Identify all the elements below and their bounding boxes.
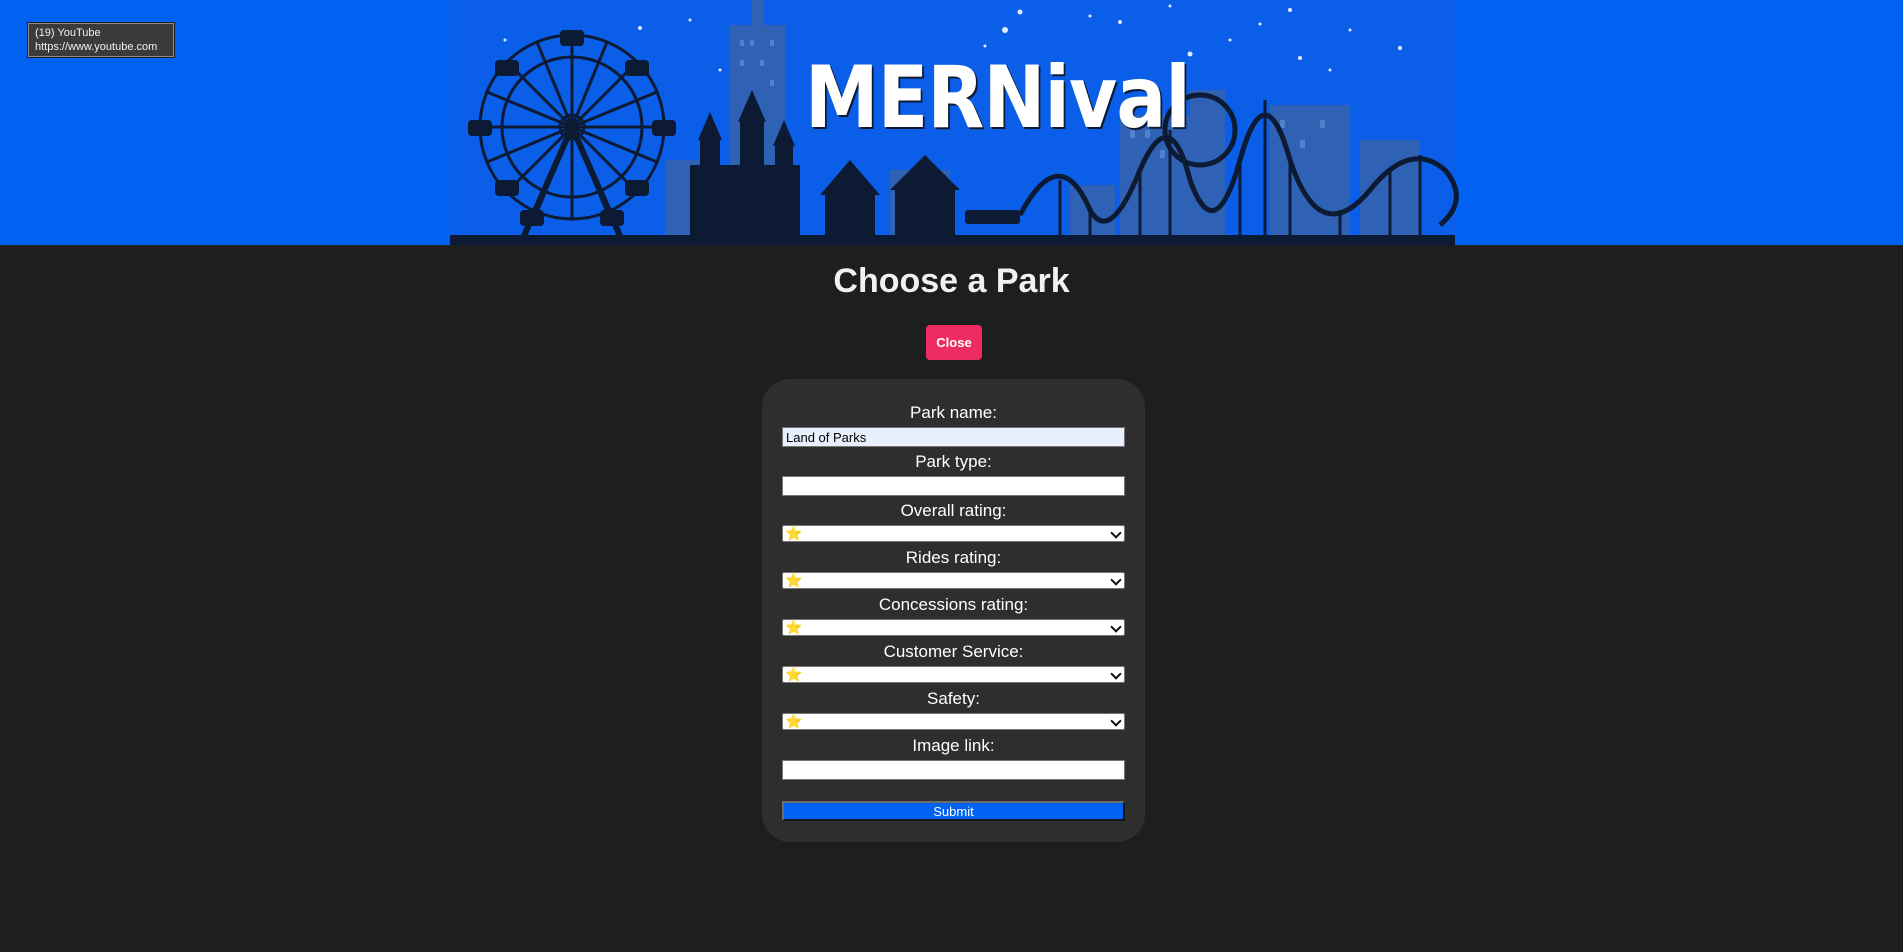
concessions-rating-label: Concessions rating: [878, 595, 1029, 614]
safety-label: Safety: [927, 689, 980, 708]
header-banner: MERNival [0, 0, 1903, 245]
rides-rating-select[interactable]: ⭐ [782, 572, 1125, 589]
concessions-rating-select[interactable]: ⭐ [782, 619, 1125, 636]
safety-select[interactable]: ⭐ [782, 713, 1125, 730]
page-title: Choose a Park [833, 262, 1070, 300]
submit-button[interactable]: Submit [782, 801, 1125, 821]
tooltip-url: https://www.youtube.com [35, 41, 158, 53]
customer-service-label: Customer Service: [883, 642, 1024, 661]
overall-rating-select[interactable]: ⭐ [782, 525, 1125, 542]
chevron-down-icon [1110, 715, 1122, 727]
overall-rating-label: Overall rating: [900, 501, 1007, 520]
image-link-label: Image link: [912, 736, 995, 755]
rides-rating-label: Rides rating: [905, 548, 1002, 567]
close-button[interactable]: Close [926, 325, 982, 360]
star-icon: ⭐ [785, 713, 803, 729]
chevron-down-icon [1110, 668, 1122, 680]
star-icon: ⭐ [785, 525, 803, 541]
park-form: Park name: Park type: Overall rating: ⭐ … [762, 379, 1145, 842]
star-icon: ⭐ [785, 619, 803, 635]
link-tooltip: (19) YouTube https://www.youtube.com [28, 23, 174, 57]
image-link-input[interactable] [782, 760, 1125, 780]
park-name-input[interactable] [782, 427, 1125, 447]
banner-logo: MERNival [805, 48, 1191, 148]
customer-service-select[interactable]: ⭐ [782, 666, 1125, 683]
star-icon: ⭐ [785, 666, 803, 682]
park-type-input[interactable] [782, 476, 1125, 496]
tooltip-title: (19) YouTube [35, 27, 101, 39]
chevron-down-icon [1110, 527, 1122, 539]
star-icon: ⭐ [785, 572, 803, 588]
park-type-label: Park type: [915, 452, 992, 471]
park-name-label: Park name: [910, 403, 997, 422]
chevron-down-icon [1110, 574, 1122, 586]
chevron-down-icon [1110, 621, 1122, 633]
